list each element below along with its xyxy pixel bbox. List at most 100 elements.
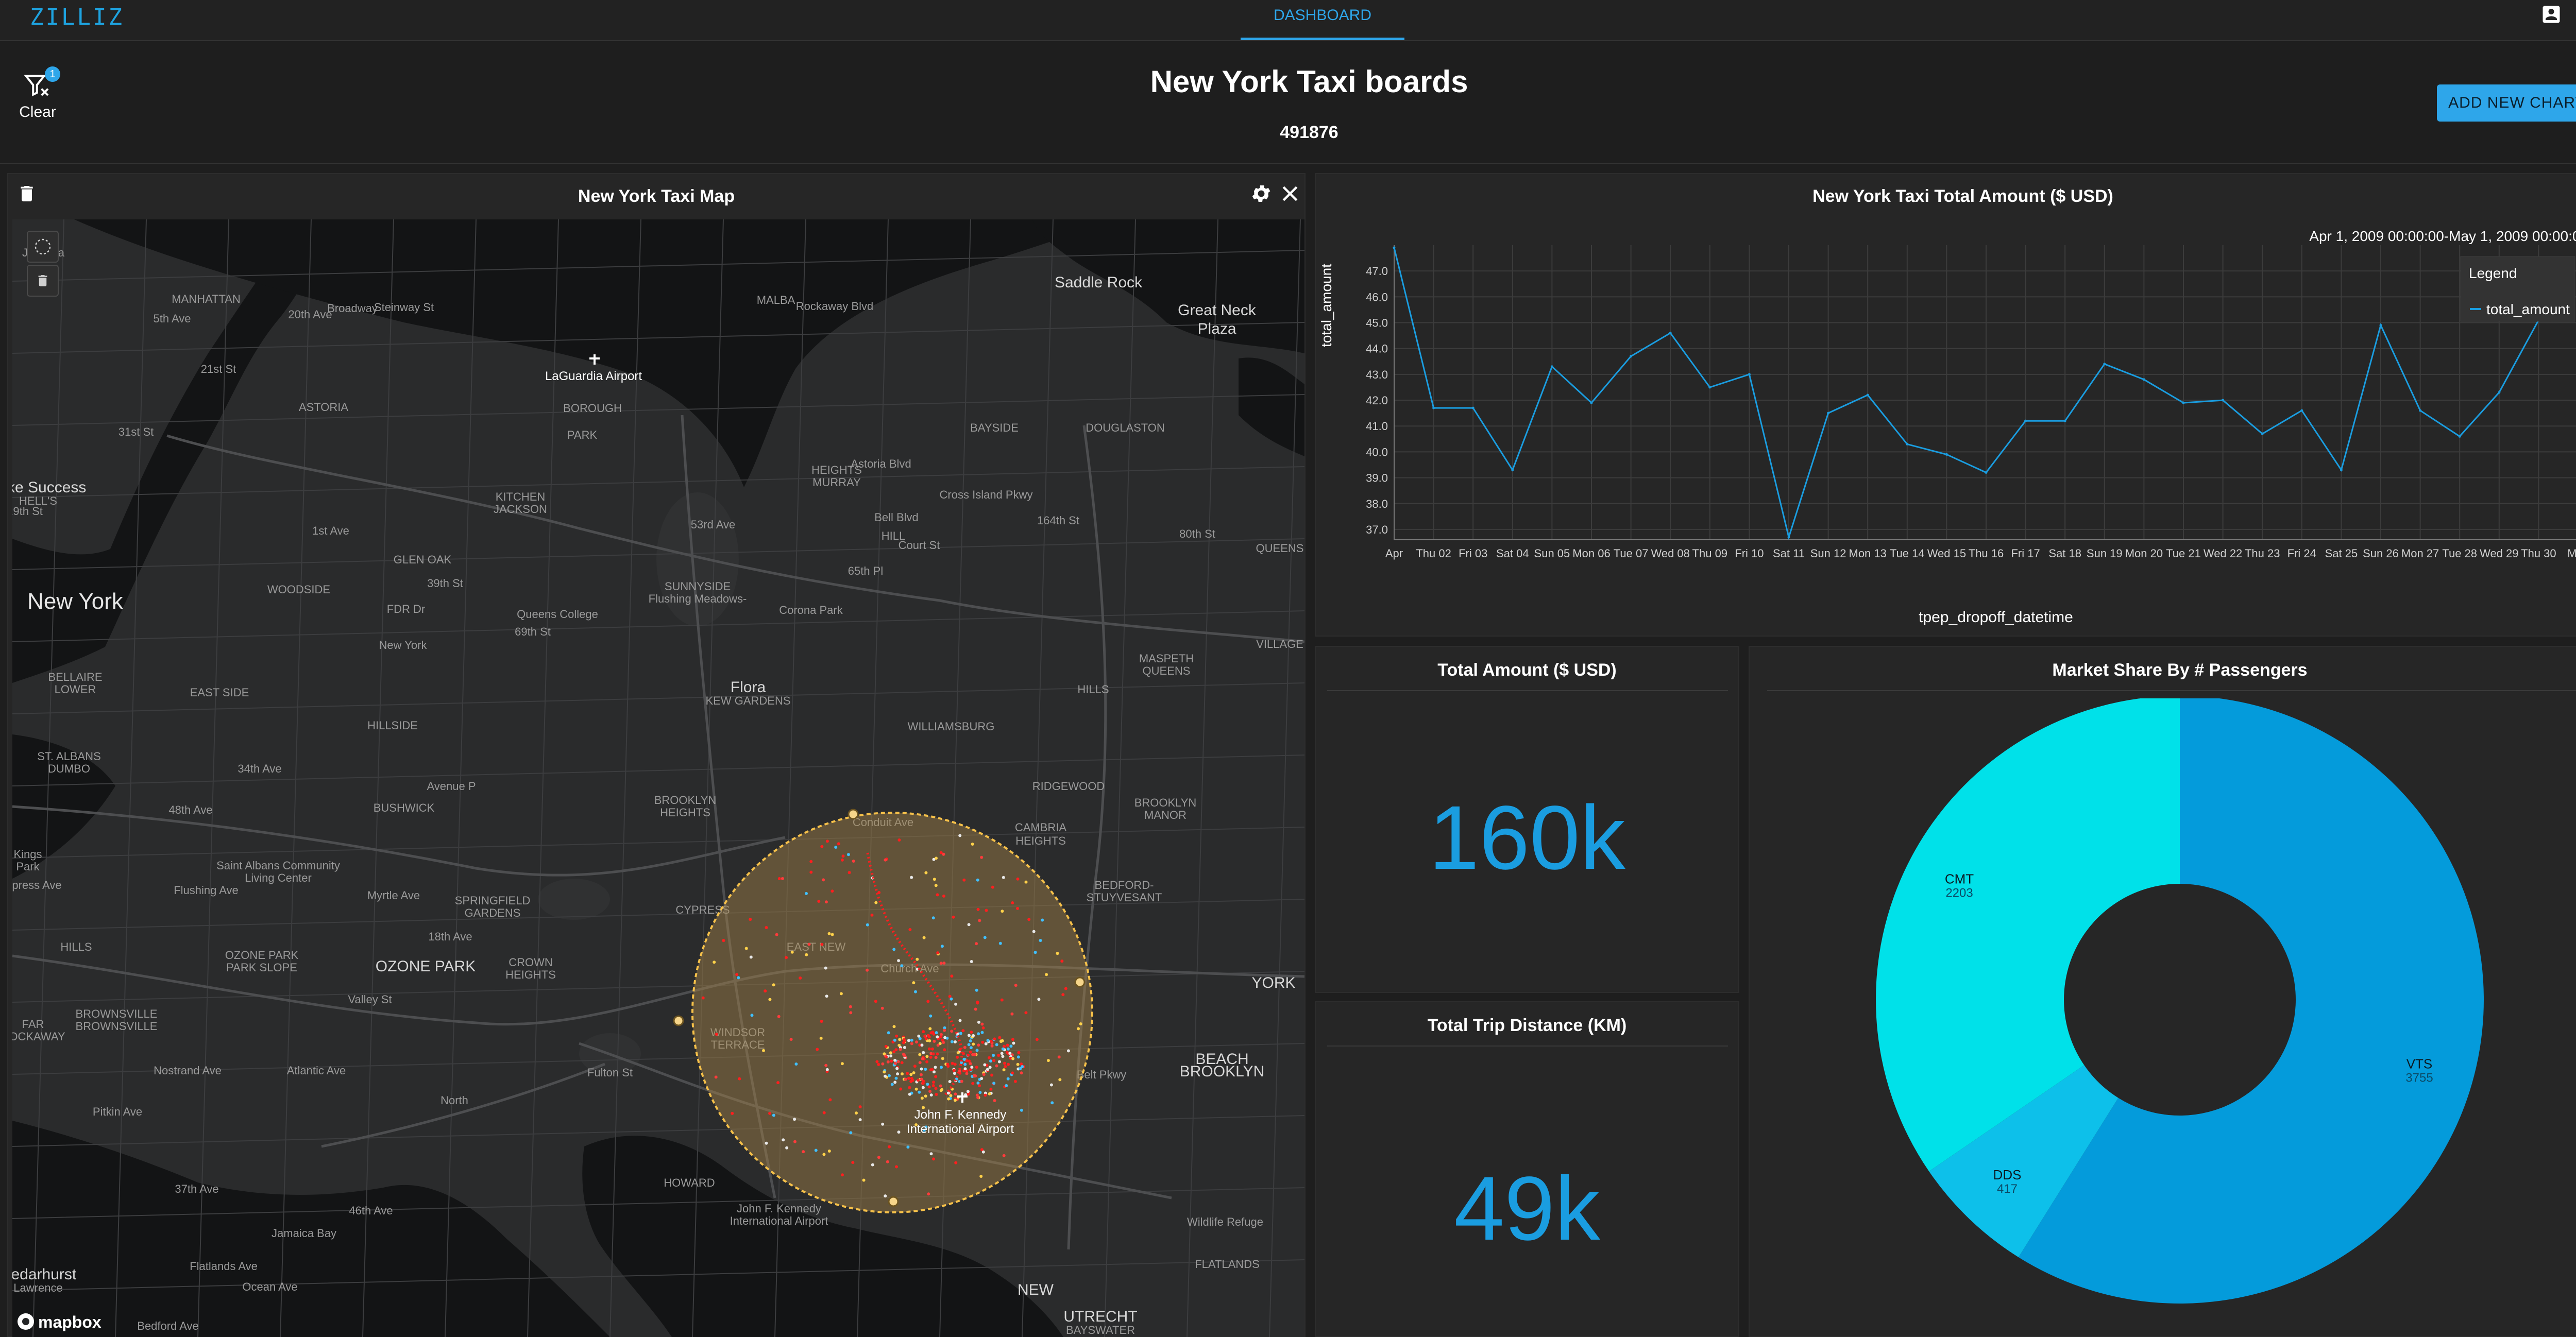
taxi-point (949, 1094, 953, 1098)
map-label: Cedarhurst (12, 1266, 77, 1283)
taxi-point (962, 878, 966, 882)
map-label: MASPETH (1139, 652, 1194, 665)
close-icon[interactable] (1279, 182, 1301, 205)
map-label: Valley St (348, 993, 392, 1006)
taxi-point (819, 1036, 823, 1040)
x-tick-label: Sat 04 (1496, 547, 1529, 560)
taxi-point (1024, 880, 1028, 884)
taxi-point (990, 1044, 994, 1048)
taxi-point (749, 918, 752, 921)
taxi-point (886, 1160, 889, 1163)
y-tick-label: 41.0 (1366, 420, 1388, 433)
map-label: Myrtle Ave (367, 889, 420, 902)
radius-handle-top[interactable] (848, 809, 859, 820)
legend-item: total_amount (2486, 301, 2570, 317)
radius-handle-left[interactable] (673, 1015, 684, 1026)
legend-box[interactable]: Legend total_amount (2460, 256, 2575, 322)
radius-handle-bottom[interactable] (888, 1196, 899, 1207)
taxi-point (946, 1091, 950, 1095)
taxi-point (936, 951, 940, 955)
line-chart[interactable]: Apr 1, 2009 00:00:00-May 1, 2009 00:00:0… (1316, 195, 2576, 638)
taxi-point (973, 1053, 977, 1056)
clear-drawing-button[interactable] (27, 265, 59, 297)
map-label: BUSHWICK (374, 801, 435, 814)
tab-dashboard[interactable]: DASHBOARD (1241, 0, 1404, 40)
map-canvas[interactable]: Saddle Rock MANHATTAN MALBA Great Neck Plaza… (12, 219, 1304, 1337)
settings-gear-icon[interactable] (1250, 182, 1273, 205)
y-tick-label: 40.0 (1366, 445, 1388, 458)
taxi-point (969, 1039, 972, 1042)
taxi-point (884, 858, 887, 862)
donut-slice-cmt[interactable] (1876, 698, 2180, 1172)
taxi-point (927, 1047, 931, 1051)
taxi-point (1001, 1055, 1005, 1058)
taxi-point (942, 894, 945, 898)
taxi-point (1058, 1078, 1062, 1082)
map-label: OZONE PARK (225, 949, 299, 962)
taxi-point (883, 1070, 886, 1074)
map-label: VILLAGE (1256, 638, 1303, 650)
data-point (2261, 432, 2264, 435)
data-point (2142, 378, 2145, 381)
taxi-point (1056, 952, 1059, 955)
taxi-point (995, 1064, 998, 1068)
clear-label: Clear (19, 104, 56, 121)
taxi-point (992, 1054, 995, 1057)
taxi-point (936, 1052, 939, 1056)
taxi-point (884, 1194, 887, 1198)
donut-chart[interactable]: VTS3755 DDS417 CMT2203 (1750, 698, 2576, 1337)
taxi-point (793, 1140, 796, 1143)
series-line-total-amount (1393, 247, 2539, 540)
taxi-point (802, 1150, 805, 1154)
taxi-point (849, 1131, 853, 1135)
taxi-point (884, 1044, 888, 1048)
taxi-point (855, 1111, 858, 1115)
taxi-point (1045, 973, 1048, 976)
taxi-point (749, 955, 753, 959)
map-panel: New York Taxi Map Saddle Rock MANHATTAN … (7, 173, 1306, 1337)
taxi-point (972, 1042, 975, 1046)
add-new-chart-button[interactable]: ADD NEW CHART (2437, 84, 2576, 122)
taxi-point (950, 1040, 954, 1043)
y-axis-ticks: 37.0 38.0 39.0 40.0 41.0 42.0 43.0 44.0 45.0 46.0… (1366, 265, 1388, 536)
map-label: SUNNYSIDE (665, 580, 731, 593)
taxi-point (923, 1035, 927, 1038)
taxi-point (1011, 1038, 1014, 1041)
title-divider (1767, 690, 2576, 691)
taxi-point (890, 1059, 893, 1063)
taxi-point (978, 919, 981, 922)
taxi-point (989, 1059, 992, 1063)
taxi-point (889, 1051, 892, 1055)
taxi-point (913, 1065, 917, 1068)
taxi-point (738, 1077, 741, 1081)
taxi-point (817, 900, 821, 903)
taxi-point (998, 941, 1002, 945)
zilliz-logo[interactable]: ZILLIZ (30, 4, 124, 30)
taxi-point (824, 966, 827, 970)
taxi-point (816, 1048, 819, 1051)
taxi-point (883, 1052, 886, 1056)
map-svg[interactable]: Saddle Rock MANHATTAN MALBA Great NeckPlaza… (12, 219, 1304, 1337)
taxi-point (1057, 1055, 1061, 1059)
taxi-point (963, 1067, 967, 1071)
taxi-point (877, 1062, 880, 1066)
title-divider (1327, 690, 1728, 691)
taxi-point (1020, 1071, 1023, 1075)
taxi-point (963, 1062, 967, 1066)
data-point (2103, 363, 2106, 366)
draw-circle-button[interactable] (27, 231, 59, 263)
map-label: MURRAY (812, 476, 861, 489)
taxi-point (1016, 1062, 1020, 1066)
map-label: New York (379, 639, 428, 652)
taxi-point (993, 1037, 996, 1041)
taxi-point (1001, 1047, 1005, 1051)
data-point (1630, 355, 1633, 358)
map-label: Rockaway Blvd (796, 300, 873, 313)
taxi-point (1002, 876, 1005, 879)
map-label: ST. ALBANS (37, 750, 101, 763)
taxi-point (920, 1067, 923, 1071)
taxi-point (981, 1026, 985, 1030)
map-label: BROOKLYN (654, 794, 717, 807)
account-box-icon[interactable] (2540, 3, 2563, 26)
radius-handle-right[interactable] (1074, 976, 1086, 988)
